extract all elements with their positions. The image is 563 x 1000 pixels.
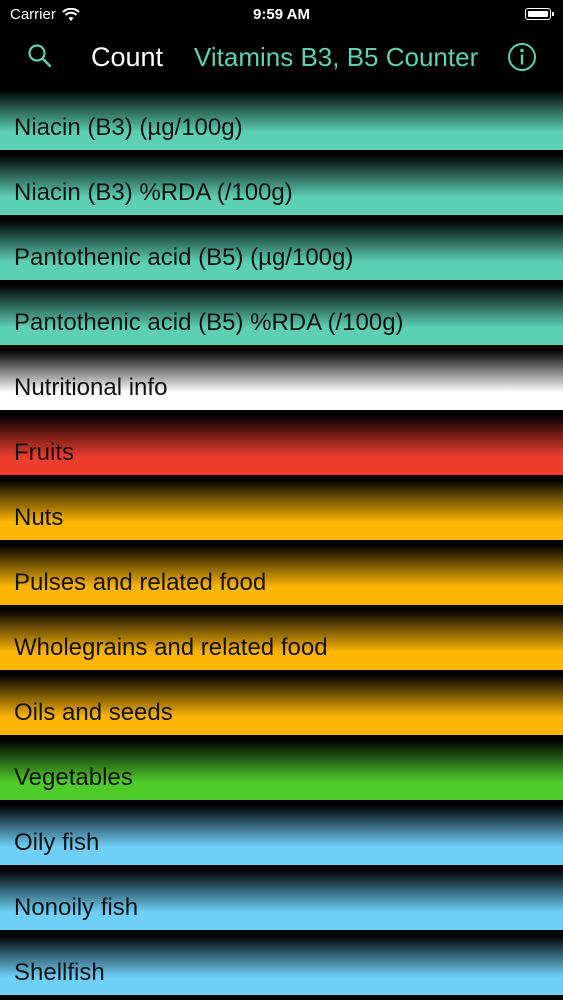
status-time: 9:59 AM <box>253 6 310 23</box>
list-item[interactable]: Vegetables <box>0 736 563 801</box>
count-button[interactable]: Count <box>91 42 163 73</box>
nav-bar: Count Vitamins B3, B5 Counter <box>0 28 563 86</box>
list-item-label: Pantothenic acid (B5) (µg/100g) <box>14 244 354 271</box>
list-item-label: Niacin (B3) (µg/100g) <box>14 114 243 141</box>
status-bar: Carrier 9:59 AM <box>0 0 563 28</box>
list-item-label: Nonoily fish <box>14 894 139 921</box>
list-item-label: Nutritional info <box>14 374 168 401</box>
nav-title: Vitamins B3, B5 Counter <box>194 42 479 72</box>
list-item[interactable]: Wholegrains and related food <box>0 606 563 671</box>
list-item[interactable]: Niacin (B3) (µg/100g) <box>0 86 563 151</box>
list-item-label: Nuts <box>14 504 64 531</box>
list-item-label: Shellfish <box>14 959 105 986</box>
list-item-label: Pantothenic acid (B5) %RDA (/100g) <box>14 309 404 336</box>
list-item[interactable]: Pulses and related food <box>0 541 563 606</box>
battery-icon <box>525 8 554 20</box>
list-item-label: Pulses and related food <box>14 569 267 596</box>
list-item-label: Vegetables <box>14 764 133 791</box>
list-item[interactable]: Oily fish <box>0 801 563 866</box>
list-item-label: Fruits <box>14 439 74 466</box>
info-icon[interactable] <box>507 42 537 72</box>
list-item[interactable]: Fruits <box>0 411 563 476</box>
list-item[interactable]: Shellfish <box>0 931 563 996</box>
list-item[interactable]: Nutritional info <box>0 346 563 411</box>
list-item-label: Oily fish <box>14 829 100 856</box>
list-item[interactable]: Oils and seeds <box>0 671 563 736</box>
list-item-label: Niacin (B3) %RDA (/100g) <box>14 179 293 206</box>
search-icon[interactable] <box>26 42 54 70</box>
list-item[interactable]: Niacin (B3) %RDA (/100g) <box>0 151 563 216</box>
list-item[interactable]: Pantothenic acid (B5) %RDA (/100g) <box>0 281 563 346</box>
list-item[interactable]: Nonoily fish <box>0 866 563 931</box>
list-item-label: Wholegrains and related food <box>14 634 328 661</box>
category-list: Niacin (B3) (µg/100g) Niacin (B3) %RDA (/… <box>0 86 563 996</box>
list-item-label: Oils and seeds <box>14 699 173 726</box>
list-item[interactable]: Nuts <box>0 476 563 541</box>
list-item[interactable]: Pantothenic acid (B5) (µg/100g) <box>0 216 563 281</box>
